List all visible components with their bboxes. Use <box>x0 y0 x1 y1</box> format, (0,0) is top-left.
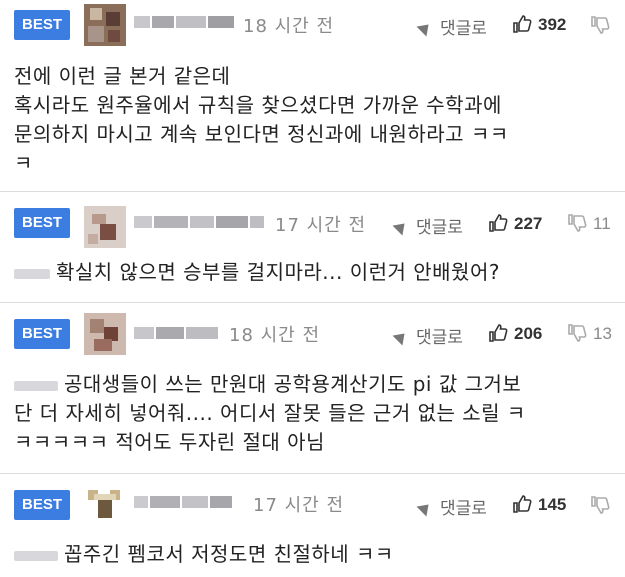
dislike-count: 11 <box>593 214 611 233</box>
comment-body: 꼽주긴 펨코서 저정도면 친절하네 ㅋㅋ <box>14 540 611 569</box>
comment-time: 17 시간 전 <box>253 495 345 516</box>
comment-line: 전에 이런 글 본거 같은데 <box>14 64 231 88</box>
comment: BEST 17 시간 전 댓글로 227 11 확실치 않으면 승부를 걸지마라… <box>0 192 625 300</box>
comment-time: 17 시간 전 <box>275 215 367 236</box>
thumbs-down-icon <box>591 496 610 514</box>
avatar[interactable] <box>84 4 126 46</box>
comment-body: 확실치 않으면 승부를 걸지마라... 이런거 안배웠어? <box>14 258 611 287</box>
reply-label: 댓글로 <box>416 218 463 238</box>
thumbs-up-icon <box>489 214 508 232</box>
comment: BEST 18 시간 전 댓글로 392 전에 이런 글 본거 같은데 혹시라도… <box>0 0 625 190</box>
comment-line: ㅋㅋㅋㅋㅋ 적어도 두자린 절대 아님 <box>14 430 325 454</box>
thumbs-up-icon <box>489 324 508 342</box>
nickname-blurred[interactable] <box>134 496 234 508</box>
reply-arrow-icon <box>416 19 434 37</box>
comment-line: ㅋ <box>14 151 33 175</box>
best-badge: BEST <box>14 208 70 238</box>
comment-time: 18 시간 전 <box>229 325 321 346</box>
like-count: 227 <box>514 214 543 233</box>
mention-blurred <box>14 268 50 279</box>
thumbs-down-icon <box>591 16 610 34</box>
dislike-count: 13 <box>593 324 612 343</box>
reply-arrow-icon <box>416 499 434 517</box>
dislike-button[interactable]: 13 <box>567 323 612 344</box>
thumbs-up-icon <box>513 15 532 33</box>
comment: BEST 18 시간 전 댓글로 206 13 공대생들이 쓰는 만원대 공학용… <box>0 303 625 473</box>
avatar[interactable] <box>84 484 126 526</box>
comment-body: 공대생들이 쓰는 만원대 공학용계산기도 pi 값 그거보 단 더 자세히 넣어… <box>14 370 611 457</box>
comment-line: 꼽주긴 펨코서 저정도면 친절하네 ㅋㅋ <box>14 540 611 569</box>
comment-body: 전에 이런 글 본거 같은데 혹시라도 원주율에서 규칙을 찾으셨다면 가까운 … <box>14 62 611 178</box>
reply-arrow-icon <box>392 218 410 236</box>
reply-button[interactable]: 댓글로 <box>392 323 463 348</box>
comment-line-text: 꼽주긴 펨코서 저정도면 친절하네 ㅋㅋ <box>64 542 394 566</box>
comment-line: 확실치 않으면 승부를 걸지마라... 이런거 안배웠어? <box>14 258 611 287</box>
best-badge: BEST <box>14 10 70 40</box>
thumbs-down-icon <box>568 324 587 342</box>
mention-blurred <box>14 380 58 391</box>
comment-line: 문의하지 마시고 계속 보인다면 정신과에 내원하라고 ㅋㅋ <box>14 122 509 146</box>
like-button[interactable]: 145 <box>512 494 566 515</box>
reply-button[interactable]: 댓글로 <box>392 213 463 238</box>
thumbs-down-icon <box>568 214 587 232</box>
comment-line-text: 확실치 않으면 승부를 걸지마라... 이런거 안배웠어? <box>56 260 500 284</box>
comment-line: 공대생들이 쓰는 만원대 공학용계산기도 pi 값 그거보 <box>14 370 611 399</box>
like-button[interactable]: 227 <box>488 213 542 234</box>
comment-time: 18 시간 전 <box>243 16 335 37</box>
nickname-blurred[interactable] <box>134 327 220 339</box>
reply-label: 댓글로 <box>416 328 463 348</box>
nickname-blurred[interactable] <box>134 16 236 28</box>
reply-button[interactable]: 댓글로 <box>416 494 487 519</box>
like-count: 392 <box>538 15 567 34</box>
reply-label: 댓글로 <box>440 499 487 519</box>
reply-button[interactable]: 댓글로 <box>416 14 487 39</box>
dislike-button[interactable] <box>590 15 616 36</box>
avatar[interactable] <box>84 313 126 355</box>
like-count: 206 <box>514 324 543 343</box>
best-badge: BEST <box>14 490 70 520</box>
dislike-button[interactable]: 11 <box>567 213 611 234</box>
avatar[interactable] <box>84 206 126 248</box>
like-button[interactable]: 206 <box>488 323 542 344</box>
reply-label: 댓글로 <box>440 19 487 39</box>
like-button[interactable]: 392 <box>512 14 566 35</box>
thumbs-up-icon <box>513 495 532 513</box>
comment-line: 단 더 자세히 넣어줘.... 어디서 잘못 들은 근거 없는 소릴 ㅋ <box>14 401 526 425</box>
dislike-button[interactable] <box>590 495 616 516</box>
like-count: 145 <box>538 495 567 514</box>
reply-arrow-icon <box>392 328 410 346</box>
best-badge: BEST <box>14 319 70 349</box>
comment-line: 혹시라도 원주율에서 규칙을 찾으셨다면 가까운 수학과에 <box>14 93 502 117</box>
comment-line-text: 공대생들이 쓰는 만원대 공학용계산기도 pi 값 그거보 <box>64 372 522 396</box>
mention-blurred <box>14 550 58 561</box>
comment: BEST 17 시간 전 댓글로 145 꼽주긴 펨코서 저정도면 친절하네 ㅋ… <box>0 474 625 577</box>
nickname-blurred[interactable] <box>134 216 266 228</box>
